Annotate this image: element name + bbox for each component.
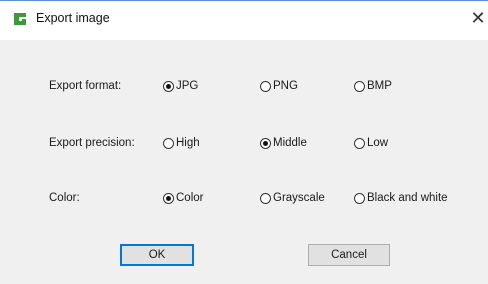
color-label: Color: [49, 192, 80, 204]
app-logo-icon [12, 11, 28, 27]
radio-label: Low [367, 137, 389, 149]
ok-button[interactable]: OK [120, 244, 194, 266]
radio-bmp[interactable]: BMP [354, 80, 392, 92]
window-title: Export image [36, 11, 110, 25]
export-precision-label: Export precision: [49, 137, 135, 149]
radio-color[interactable]: Color [163, 192, 203, 204]
radio-dot[interactable] [354, 80, 365, 92]
radio-dot[interactable] [163, 192, 174, 204]
radio-label: JPG [176, 80, 199, 92]
radio-png[interactable]: PNG [260, 80, 298, 92]
radio-dot[interactable] [163, 80, 174, 92]
radio-label: Black and white [367, 192, 448, 204]
radio-dot[interactable] [163, 137, 174, 149]
radio-label: BMP [367, 80, 392, 92]
export-format-label: Export format: [49, 80, 122, 92]
radio-label: Middle [273, 137, 307, 149]
radio-grayscale[interactable]: Grayscale [260, 192, 325, 204]
export-image-dialog: Export image ✕ Export format: JPG PNG BM… [0, 0, 488, 284]
radio-black-and-white[interactable]: Black and white [354, 192, 448, 204]
radio-label: High [176, 137, 200, 149]
radio-jpg[interactable]: JPG [163, 80, 198, 92]
close-icon[interactable]: ✕ [470, 7, 486, 29]
radio-high[interactable]: High [163, 137, 200, 149]
radio-dot[interactable] [260, 137, 271, 149]
cancel-button[interactable]: Cancel [308, 244, 390, 266]
radio-dot[interactable] [260, 192, 271, 204]
radio-label: PNG [273, 80, 298, 92]
radio-label: Grayscale [273, 192, 325, 204]
radio-low[interactable]: Low [354, 137, 388, 149]
radio-label: Color [176, 192, 204, 204]
title-bar[interactable]: Export image ✕ [0, 0, 488, 40]
radio-dot[interactable] [354, 137, 365, 149]
radio-dot[interactable] [354, 192, 365, 204]
radio-middle[interactable]: Middle [260, 137, 307, 149]
radio-dot[interactable] [260, 80, 271, 92]
